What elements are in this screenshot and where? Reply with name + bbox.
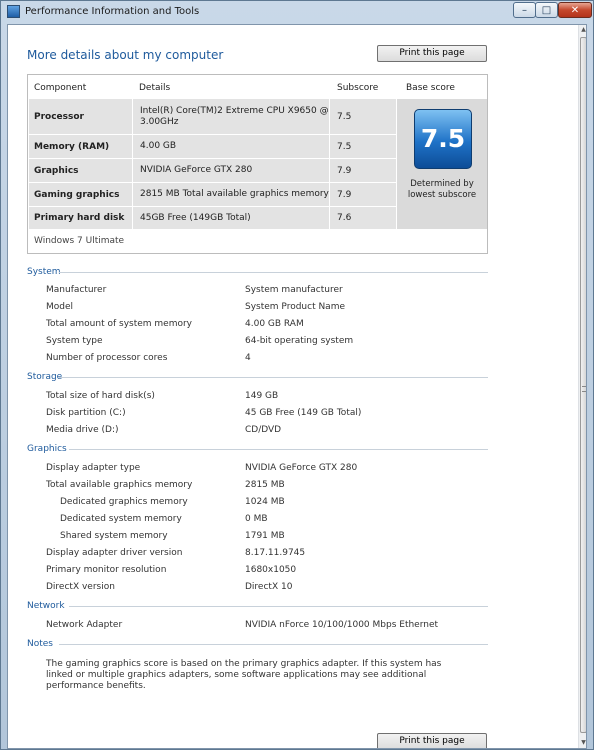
score-table: Component Details Subscore Base score Pr… [27,74,488,254]
content-area: More details about my computer Print thi… [7,24,587,749]
component-details: 4.00 GB [133,135,329,158]
vertical-scrollbar[interactable]: ▲ ▼ [578,25,586,748]
graphics-value: 2815 MB [245,480,285,490]
system-label: System type [46,336,103,346]
section-divider [59,644,488,645]
component-details: Intel(R) Core(TM)2 Extreme CPU X9650 @ 3… [133,99,329,134]
graphics-label: Display adapter driver version [46,548,183,558]
scroll-up-arrow-icon[interactable]: ▲ [579,25,586,35]
os-edition: Windows 7 Ultimate [34,236,125,246]
component-subscore: 7.5 [330,135,396,158]
header-subscore: Subscore [337,83,379,93]
graphics-label: Total available graphics memory [46,480,193,490]
graphics-value: NVIDIA GeForce GTX 280 [245,463,358,473]
maximize-icon: □ [541,4,552,16]
section-title: Network [27,601,65,611]
graphics-value: 8.17.11.9745 [245,548,306,558]
title-bar[interactable]: Performance Information and Tools – □ ✕ [1,1,593,23]
minimize-button[interactable]: – [513,2,536,18]
graphics-label: Dedicated graphics memory [60,497,188,507]
system-value: 4.00 GB RAM [245,319,304,329]
graphics-value: 1024 MB [245,497,285,507]
page-title: More details about my computer [27,48,224,62]
section-divider [59,272,488,273]
graphics-label: Display adapter type [46,463,141,473]
close-icon: ✕ [570,4,580,16]
section-graphics: Graphics [27,444,488,454]
graphics-value: 1791 MB [245,531,285,541]
close-button[interactable]: ✕ [558,2,592,18]
section-divider [59,377,488,378]
graphics-label: Primary monitor resolution [46,565,167,575]
component-details: 2815 MB Total available graphics memory [133,183,329,206]
notes-text: The gaming graphics score is based on th… [46,659,442,691]
network-label: Network Adapter [46,620,123,630]
maximize-button[interactable]: □ [535,2,558,18]
component-name: Primary hard disk [29,207,132,229]
component-subscore: 7.9 [330,159,396,182]
section-title: System [27,267,61,277]
component-details: 45GB Free (149GB Total) [133,207,329,229]
component-name: Memory (RAM) [29,135,132,158]
section-title: Storage [27,372,63,382]
minimize-icon: – [522,4,527,16]
storage-value: CD/DVD [245,425,282,435]
system-value: System manufacturer [245,285,343,295]
grip-icon [582,386,586,392]
section-divider [69,606,488,607]
section-system: System [27,267,488,277]
component-name: Gaming graphics [29,183,132,206]
base-score-panel: 7.5 Determined by lowest subscore [397,99,487,229]
section-storage: Storage [27,372,488,382]
storage-value: 45 GB Free (149 GB Total) [245,408,362,418]
section-title: Graphics [27,444,67,454]
section-title: Notes [27,639,53,649]
graphics-value: 1680x1050 [245,565,297,575]
scrollbar-thumb[interactable] [580,37,586,733]
determined-by-text: Determined by lowest subscore [407,179,477,200]
window: Performance Information and Tools – □ ✕ … [0,0,594,750]
section-divider [69,449,488,450]
header-base-score: Base score [406,83,455,93]
component-details: NVIDIA GeForce GTX 280 [133,159,329,182]
network-value: NVIDIA nForce 10/100/1000 Mbps Ethernet [245,620,439,630]
performance-app-icon [7,5,20,18]
component-subscore: 7.6 [330,207,396,229]
graphics-value: 0 MB [245,514,268,524]
base-score-badge: 7.5 [414,109,472,169]
graphics-value: DirectX 10 [245,582,293,592]
system-label: Total amount of system memory [46,319,193,329]
scroll-down-arrow-icon[interactable]: ▼ [579,738,586,748]
component-name: Graphics [29,159,132,182]
print-button-bottom[interactable]: Print this page [377,733,487,748]
system-value: System Product Name [245,302,346,312]
section-network: Network [27,601,488,611]
graphics-label: DirectX version [46,582,115,592]
header-component: Component [34,83,87,93]
system-value: 4 [245,353,251,363]
system-label: Model [46,302,74,312]
system-label: Number of processor cores [46,353,168,363]
header-details: Details [139,83,171,93]
storage-value: 149 GB [245,391,279,401]
graphics-label: Dedicated system memory [60,514,182,524]
storage-label: Media drive (D:) [46,425,119,435]
system-value: 64-bit operating system [245,336,354,346]
print-button-top[interactable]: Print this page [377,45,487,62]
window-title: Performance Information and Tools [25,6,200,17]
storage-label: Total size of hard disk(s) [46,391,155,401]
component-subscore: 7.9 [330,183,396,206]
graphics-label: Shared system memory [60,531,168,541]
section-notes: Notes [27,639,488,649]
storage-label: Disk partition (C:) [46,408,126,418]
component-name: Processor [29,99,132,134]
system-label: Manufacturer [46,285,107,295]
component-subscore: 7.5 [330,99,396,134]
